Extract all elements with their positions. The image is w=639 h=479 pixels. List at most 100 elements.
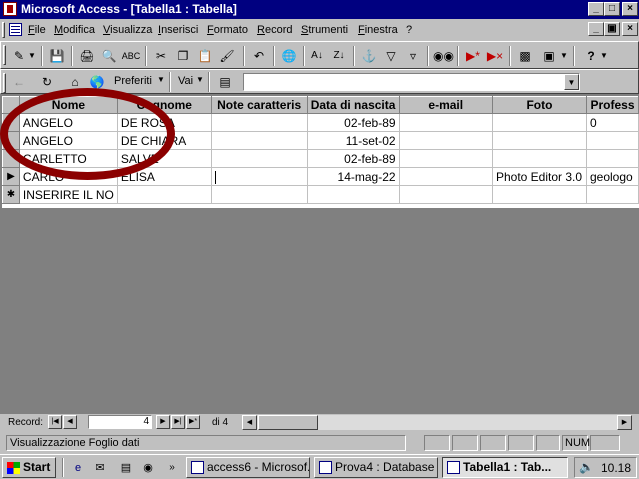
cell-note-editing[interactable]	[211, 167, 308, 186]
cell-nome-default[interactable]: INSERIRE IL NO	[19, 185, 118, 204]
cell-note[interactable]	[211, 185, 308, 204]
cell-professione[interactable]	[586, 149, 639, 168]
quicklaunch-more-icon[interactable]: »	[164, 460, 180, 476]
menu-finestra[interactable]: Finestra	[358, 24, 398, 36]
cell-foto[interactable]	[492, 113, 587, 132]
address-input[interactable]: ▼	[243, 73, 580, 91]
print-preview-icon[interactable]: 🔍	[99, 46, 119, 66]
outlook-express-icon[interactable]: ✉	[92, 460, 108, 476]
cut-icon[interactable]: ✂	[151, 46, 171, 66]
view-design-icon[interactable]: ✎	[9, 46, 29, 66]
datasheet-grid[interactable]: Nome Cognome Note caratteris Data di nas…	[2, 96, 639, 208]
cell-email[interactable]	[399, 131, 493, 150]
sort-descending-icon[interactable]: Z↓	[329, 46, 349, 66]
cell-nome[interactable]: CARLETTO	[19, 149, 118, 168]
menu-help[interactable]: ?	[406, 24, 412, 36]
database-window-icon[interactable]: ▩	[515, 46, 535, 66]
volume-icon[interactable]: 🔈	[579, 460, 594, 474]
cell-nome[interactable]: ANGELO	[19, 131, 118, 150]
cell-nome[interactable]: ANGELO	[19, 113, 118, 132]
refresh-icon[interactable]: ↻	[37, 72, 57, 92]
cell-data-nascita[interactable]	[307, 185, 400, 204]
new-object-dropdown-icon[interactable]: ▼	[559, 46, 569, 66]
clock[interactable]: 10.18	[601, 461, 631, 475]
favorites-menu[interactable]: Preferiti	[114, 75, 152, 87]
address-dropdown-icon[interactable]: ▼	[564, 74, 579, 90]
help-icon[interactable]: ?	[581, 46, 601, 66]
last-record-icon[interactable]: ▶|	[171, 415, 185, 429]
cell-note[interactable]	[211, 149, 308, 168]
previous-record-icon[interactable]: ◀	[63, 415, 77, 429]
save-icon[interactable]: 💾	[47, 46, 67, 66]
new-object-icon[interactable]: ▣	[539, 46, 559, 66]
paste-icon[interactable]: 📋	[195, 46, 215, 66]
start-page-icon[interactable]: ⌂	[65, 72, 85, 92]
delete-record-icon[interactable]: ▶×	[485, 46, 505, 66]
view-dropdown-icon[interactable]: ▼	[27, 46, 37, 66]
menu-strumenti[interactable]: Strumenti	[301, 24, 348, 36]
cell-email[interactable]	[399, 185, 493, 204]
filter-by-selection-icon[interactable]: ⚓	[359, 46, 379, 66]
internet-explorer-icon[interactable]: e	[70, 460, 86, 476]
current-record-arrow-icon[interactable]: ▶	[2, 167, 20, 186]
cell-data-nascita[interactable]: 14-mag-22	[307, 167, 400, 186]
menu-file[interactable]: File	[28, 24, 46, 36]
scroll-right-icon[interactable]: ▶	[617, 415, 632, 430]
scroll-left-icon[interactable]: ◀	[242, 415, 257, 430]
column-header-nome[interactable]: Nome	[18, 96, 118, 114]
cell-data-nascita[interactable]: 11-set-02	[307, 131, 400, 150]
cell-note[interactable]	[211, 113, 308, 132]
cell-email[interactable]	[399, 113, 493, 132]
apply-filter-icon[interactable]: ▿	[403, 46, 423, 66]
cell-foto[interactable]	[492, 149, 587, 168]
column-header-email[interactable]: e-mail	[398, 96, 493, 114]
record-number-input[interactable]: 4	[88, 415, 152, 429]
undo-icon[interactable]: ↶	[249, 46, 269, 66]
horizontal-scrollbar[interactable]: ◀ ▶	[242, 415, 632, 430]
maximize-button[interactable]: □	[604, 2, 620, 16]
spelling-icon[interactable]: ABC	[121, 46, 141, 66]
cell-note[interactable]	[211, 131, 308, 150]
menu-inserisci[interactable]: Inserisci	[158, 24, 198, 36]
cell-email[interactable]	[399, 167, 493, 186]
menu-modifica[interactable]: Modifica	[54, 24, 95, 36]
column-header-cognome[interactable]: Cognome	[116, 96, 212, 114]
select-all-corner[interactable]	[2, 96, 20, 114]
column-header-professione[interactable]: Profess	[585, 96, 639, 114]
first-record-icon[interactable]: |◀	[48, 415, 62, 429]
menu-visualizza[interactable]: Visualizza	[103, 24, 152, 36]
task-tabella1[interactable]: Tabella1 : Tab...	[442, 457, 568, 478]
access-app-icon[interactable]	[3, 2, 17, 16]
cell-data-nascita[interactable]: 02-feb-89	[307, 149, 400, 168]
cell-professione[interactable]: geologo	[586, 167, 639, 186]
cell-email[interactable]	[399, 149, 493, 168]
menu-grip[interactable]	[2, 22, 5, 38]
next-record-icon[interactable]: ▶	[156, 415, 170, 429]
cell-cognome[interactable]: DE ROSA	[117, 113, 212, 132]
channels-icon[interactable]: ◉	[140, 460, 156, 476]
cell-professione[interactable]	[586, 185, 639, 204]
favorites-dropdown-icon[interactable]: ▼	[157, 75, 165, 84]
document-minimize-button[interactable]: _	[588, 22, 604, 36]
start-button[interactable]: Start	[2, 457, 56, 478]
title-bar[interactable]: Microsoft Access - [Tabella1 : Tabella] …	[0, 0, 639, 19]
column-header-data-nascita[interactable]: Data di nascita	[306, 96, 400, 114]
document-restore-button[interactable]: ▣	[604, 22, 620, 36]
document-close-button[interactable]: ×	[622, 22, 638, 36]
new-record-asterisk-icon[interactable]: ✱	[2, 185, 20, 204]
cell-foto[interactable]	[492, 185, 587, 204]
table-row-current[interactable]: ▶ CARLO ELISA 14-mag-22 Photo Editor 3.0…	[2, 167, 639, 186]
task-prova4[interactable]: Prova4 : Database	[314, 457, 438, 478]
new-record-icon[interactable]: ▶*	[463, 46, 483, 66]
scroll-thumb[interactable]	[258, 415, 318, 430]
task-access6[interactable]: access6 - Microsof...	[186, 457, 310, 478]
table-row[interactable]: CARLETTO SALVE 02-feb-89	[2, 149, 639, 168]
filter-by-form-icon[interactable]: ▽	[381, 46, 401, 66]
toolbar-grip[interactable]	[3, 73, 6, 93]
copy-icon[interactable]: ❐	[173, 46, 193, 66]
cell-cognome[interactable]: DE CHIARA	[117, 131, 212, 150]
record-selector[interactable]	[2, 113, 20, 132]
cell-cognome[interactable]: ELISA	[117, 167, 212, 186]
cell-professione[interactable]: 0	[586, 113, 639, 132]
table-row[interactable]: ANGELO DE ROSA 02-feb-89 0	[2, 113, 639, 132]
